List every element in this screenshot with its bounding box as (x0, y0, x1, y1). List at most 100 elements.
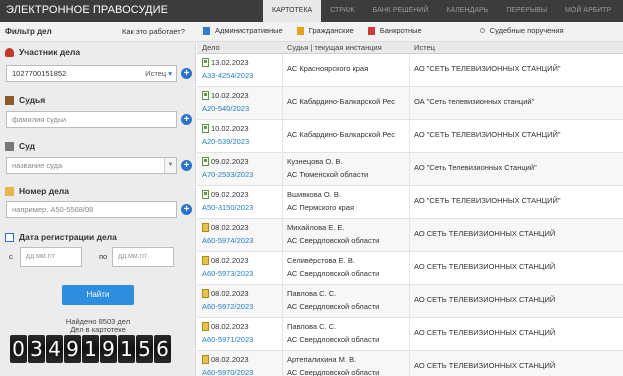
civil-icon (296, 26, 304, 35)
judge-name: Селивёрстова Е. В. (287, 256, 355, 265)
case-cell: 10.02.2023 А20-539/2023 (197, 120, 281, 153)
filter-title: Фильтр дел (5, 27, 52, 36)
table-row[interactable]: 08.02.2023 А60-5970/2023 Артепалихина М. В… (197, 351, 623, 376)
type-administrative[interactable]: Административные (203, 26, 283, 35)
nav-kartoteka[interactable]: КАРТОТЕКА (263, 0, 322, 22)
counter-digit: 6 (154, 335, 171, 363)
counter-digit: 1 (82, 335, 99, 363)
case-date: 10.02.2023 (211, 124, 249, 133)
case-cell: 09.02.2023 А50-3150/2023 (197, 186, 281, 219)
judge-name: Артепалихина М. В. (287, 355, 357, 364)
courthouse-icon (5, 141, 14, 151)
plaintiff-cell: АО "СЕТЬ ТЕЛЕВИЗИОННЫХ СТАНЦИЙ" (410, 120, 623, 153)
table-row[interactable]: 08.02.2023 А60-5971/2023 Павлова С. С. АС С… (197, 318, 623, 351)
case-date: 08.02.2023 (211, 322, 249, 331)
table-row[interactable]: 08.02.2023 А60-5973/2023 Селивёрстова Е. В… (197, 252, 623, 285)
document-icon (202, 58, 209, 67)
judge-cell: АС Кабардино-Балкарской Рес (283, 87, 407, 120)
bankruptcy-icon (367, 26, 375, 35)
add-judge-button[interactable]: + (181, 114, 192, 125)
table-row[interactable]: 13.02.2023 А33-4254/2023 АС Красноярского … (197, 54, 623, 87)
judge-cell: АС Кабардино-Балкарской Рес (283, 120, 407, 153)
case-number-link[interactable]: А60-5974/2023 (202, 236, 253, 245)
participant-role-select[interactable]: Истец ▾ (145, 66, 172, 81)
plaintiff-cell: АО "Сеть Телевизионных Станций" (410, 153, 623, 186)
court-name: АС Тюменской области (287, 170, 369, 179)
judge-input[interactable]: фамилия судьи (6, 111, 177, 128)
case-cell: 08.02.2023 А60-5974/2023 (197, 219, 281, 252)
document-icon (202, 256, 209, 265)
participant-input[interactable]: 1027700151852 Истец ▾ (6, 65, 177, 82)
type-court-orders[interactable]: Судебные поручения (436, 26, 564, 35)
nav-strazh[interactable]: СТРАЖ (321, 0, 363, 22)
document-icon (202, 91, 209, 100)
chevron-down-icon: ▾ (168, 69, 172, 78)
case-number-link[interactable]: А60-5970/2023 (202, 368, 253, 376)
court-input[interactable]: название суда ▼ (6, 157, 177, 174)
table-row[interactable]: 09.02.2023 А50-3150/2023 Вшивкова О. В. АС … (197, 186, 623, 219)
document-icon (202, 124, 209, 133)
case-date: 10.02.2023 (211, 91, 249, 100)
table-row[interactable]: 10.02.2023 А20-540/2023 АС Кабардино-Балка… (197, 87, 623, 120)
case-date: 09.02.2023 (211, 157, 249, 166)
case-number-link[interactable]: А50-3150/2023 (202, 203, 253, 212)
col-plaintiff[interactable]: Истец (414, 43, 435, 52)
case-number-input[interactable]: например, А50-5568/08 (6, 201, 177, 218)
plaintiff-cell: АО СЕТЬ ТЕЛЕВИЗИОННЫХ СТАНЦИЙ (410, 252, 623, 285)
case-counter: 0 3 4 9 1 9 1 5 6 (10, 335, 172, 363)
court-name: АС Свердловской области (287, 236, 380, 245)
type-civil[interactable]: Гражданские (296, 26, 354, 35)
judge-cell: Вшивкова О. В. АС Пермского края (283, 186, 407, 219)
nav-bank-resheniy[interactable]: БАНК РЕШЕНИЙ (364, 0, 438, 22)
table-row[interactable]: 10.02.2023 А20-539/2023 АС Кабардино-Балка… (197, 120, 623, 153)
date-from-input[interactable]: дд.мм.ггг (20, 247, 82, 267)
date-to-input[interactable]: дд.мм.ггг (112, 247, 174, 267)
case-number-link[interactable]: А20-540/2023 (202, 104, 249, 113)
find-button[interactable]: Найти (62, 285, 134, 305)
plaintiff-name: АО СЕТЬ ТЕЛЕВИЗИОННЫХ СТАНЦИЙ (414, 295, 556, 304)
folder-icon (5, 186, 14, 196)
plaintiff-name: АО "СЕТЬ ТЕЛЕВИЗИОННЫХ СТАНЦИЙ" (414, 130, 561, 139)
table-row[interactable]: 08.02.2023 А60-5974/2023 Михайлова Е. Е. АС… (197, 219, 623, 252)
administrative-icon (203, 26, 210, 35)
plaintiff-cell: АО СЕТЬ ТЕЛЕВИЗИОННЫХ СТАНЦИЙ (410, 318, 623, 351)
document-icon (202, 322, 209, 331)
plaintiff-cell: АО СЕТЬ ТЕЛЕВИЗИОННЫХ СТАНЦИЙ (410, 285, 623, 318)
calendar-icon (5, 232, 14, 242)
case-number-link[interactable]: А70-2533/2023 (202, 170, 253, 179)
add-court-button[interactable]: + (181, 160, 192, 171)
plaintiff-cell: АО СЕТЬ ТЕЛЕВИЗИОННЫХ СТАНЦИЙ (410, 219, 623, 252)
case-number-link[interactable]: А33-4254/2023 (202, 71, 253, 80)
col-case[interactable]: Дело (202, 43, 220, 52)
case-number-link[interactable]: А60-5972/2023 (202, 302, 253, 311)
nav-calendar[interactable]: КАЛЕНДАРЬ (437, 0, 497, 22)
judge-cell: АС Красноярского края (283, 54, 407, 87)
col-judge[interactable]: Судья | текущая инстанция (287, 43, 382, 52)
nav-moy-arbitr[interactable]: МОЙ АРБИТР (556, 0, 620, 22)
gavel-icon (5, 95, 14, 105)
document-icon (202, 355, 209, 364)
plaintiff-name: ОА "Сеть телевизионных станций" (414, 97, 535, 106)
type-bankruptcy[interactable]: Банкротные (367, 26, 422, 35)
table-row[interactable]: 09.02.2023 А70-2533/2023 Кузнецова О. В. АС… (197, 153, 623, 186)
case-number-link[interactable]: А20-539/2023 (202, 137, 249, 146)
table-row[interactable]: 08.02.2023 А60-5972/2023 Павлова С. С. АС С… (197, 285, 623, 318)
counter-digit: 4 (46, 335, 63, 363)
add-participant-button[interactable]: + (181, 68, 192, 79)
case-cell: 08.02.2023 А60-5970/2023 (197, 351, 281, 376)
judge-cell: Павлова С. С. АС Свердловской области (283, 318, 407, 351)
document-icon (202, 223, 209, 232)
how-it-works-link[interactable]: Как это работает? (122, 27, 185, 36)
nav-pereryvy[interactable]: ПЕРЕРЫВЫ (497, 0, 556, 22)
case-type-filters: Административные Гражданские Банкротные … (203, 26, 578, 35)
case-number-link[interactable]: А60-5973/2023 (202, 269, 253, 278)
judge-name: Павлова С. С. (287, 289, 337, 298)
counter-digit: 0 (10, 335, 27, 363)
add-case-number-button[interactable]: + (181, 204, 192, 215)
case-number-link[interactable]: А60-5971/2023 (202, 335, 253, 344)
document-icon (202, 289, 209, 298)
court-name: АС Пермского края (287, 203, 355, 212)
court-dropdown-button[interactable]: ▼ (164, 158, 176, 173)
cards-caption: Дел в картотеке (70, 325, 126, 334)
judge-label: Судья (5, 95, 45, 105)
